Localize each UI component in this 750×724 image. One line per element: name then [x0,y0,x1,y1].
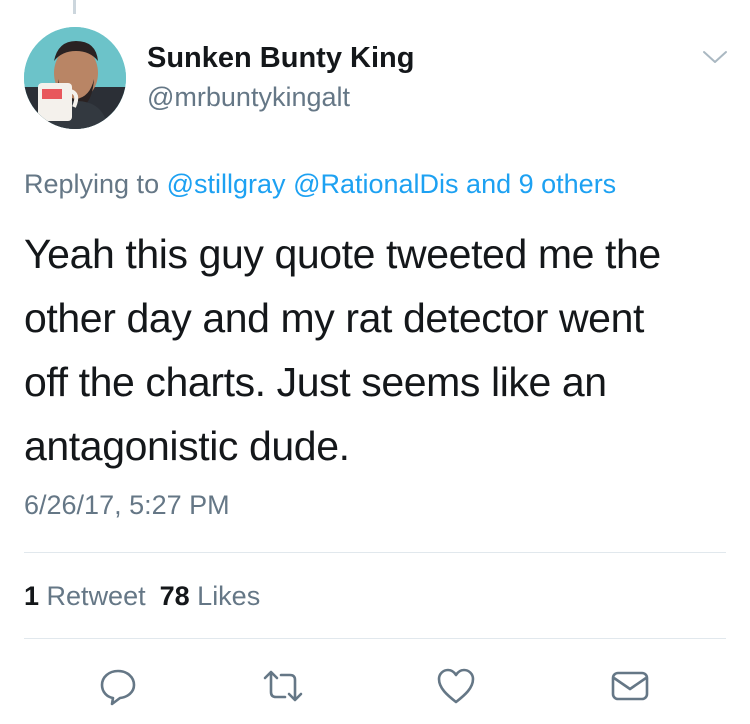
avatar[interactable] [24,27,126,129]
tweet-text-line: other day and my rat detector went [24,295,644,341]
retweet-arrows-icon [263,670,303,702]
tweet-text-line: Yeah this guy quote tweeted me the [24,231,661,277]
chevron-down-icon[interactable] [700,46,730,68]
replying-to-line: Replying to @stillgray @RationalDis and … [24,166,616,202]
author-display-name[interactable]: Sunken Bunty King [147,40,414,76]
divider [24,638,726,639]
engagement-stats: 1 Retweet 78 Likes [24,578,260,614]
thread-connector-line [73,0,76,14]
like-button[interactable] [434,664,478,708]
tweet-timestamp[interactable]: 6/26/17, 5:27 PM [24,488,230,522]
mention-link-others[interactable]: 9 others [519,169,617,199]
likes-stat[interactable]: 78 Likes [160,581,261,611]
speech-bubble-icon [100,669,136,706]
replying-to-label: Replying to [24,169,160,199]
mention-link-rationaldis[interactable]: @RationalDis [293,169,458,199]
reply-button[interactable] [96,664,140,708]
profile-photo-avatar [24,27,126,129]
heart-icon [437,668,475,704]
retweet-stat[interactable]: 1 Retweet [24,581,146,611]
retweet-count: 1 [24,581,40,611]
author-handle[interactable]: @mrbuntykingalt [147,80,350,114]
tweet-text: Yeah this guy quote tweeted me the other… [24,222,724,478]
mention-link-stillgray[interactable]: @stillgray [167,169,286,199]
retweet-button[interactable] [261,664,305,708]
tweet-text-line: off the charts. Just seems like an [24,359,607,405]
divider [24,552,726,553]
mention-connector: and [466,169,512,199]
tweet-text-line: antagonistic dude. [24,423,350,469]
retweet-label: Retweet [46,581,146,611]
direct-message-button[interactable] [608,664,652,708]
likes-label: Likes [197,581,261,611]
like-count: 78 [159,581,190,611]
envelope-icon [611,671,649,701]
